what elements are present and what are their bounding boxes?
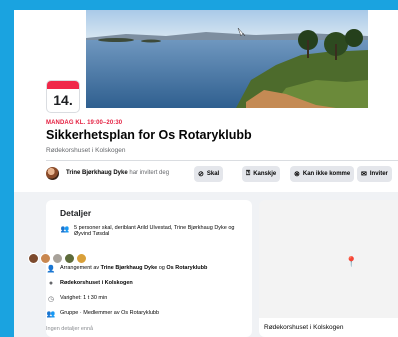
- inviter-avatar[interactable]: [46, 167, 59, 180]
- cover-landscape-image: [86, 10, 368, 108]
- x-circle-icon: ⊗: [294, 171, 300, 178]
- invite-suffix: har invitert deg: [129, 170, 170, 176]
- map-panel[interactable]: 📍 Rødekorshuset i Kolskogen: [259, 200, 398, 337]
- group-text[interactable]: Gruppe · Medlemmer av Os Rotaryklubb: [60, 310, 159, 318]
- organizer-and: og: [158, 265, 165, 271]
- guest-avatar[interactable]: [52, 253, 63, 264]
- organizer-name[interactable]: Trine Bjørkhaug Dyke: [101, 265, 158, 271]
- map-pin-icon: 📍: [345, 257, 358, 268]
- cant-go-button[interactable]: ⊗ Kan ikke komme: [290, 166, 355, 182]
- organizer-prefix: Arrangement av: [60, 265, 100, 271]
- invite-text: Trine Bjørkhaug Dyke har invitert deg: [66, 170, 169, 176]
- question-circle-icon: ⍰: [246, 170, 251, 177]
- group-row[interactable]: 👥 Gruppe · Medlemmer av Os Rotaryklubb: [46, 310, 159, 318]
- no-details-text: Ingen detaljer ennå: [46, 326, 94, 332]
- person-icon: 👤: [46, 266, 56, 273]
- location-pin-icon: ●: [48, 280, 54, 287]
- place-name[interactable]: Rødekorshuset i Kolskogen: [60, 280, 133, 287]
- invite-row: Trine Bjørkhaug Dyke har invitert deg ⊘ …: [46, 165, 398, 183]
- organizer-row: 👤 Arrangement av Trine Bjørkhaug Dyke og…: [46, 265, 252, 273]
- event-location-link[interactable]: Rødekorshuset i Kolskogen: [46, 147, 126, 154]
- event-page: 14. MANDAG KL. 19:00–20:30 Sikkerhetspla…: [14, 10, 398, 337]
- event-time: MANDAG KL. 19:00–20:30: [46, 120, 123, 126]
- cover-photo[interactable]: [86, 10, 368, 108]
- organizer-club[interactable]: Os Rotaryklubb: [166, 265, 207, 271]
- guest-avatar[interactable]: [76, 253, 87, 264]
- event-title: Sikkerhetsplan for Os Rotaryklubb: [46, 128, 252, 142]
- invite-button[interactable]: ✉ Inviter: [357, 166, 392, 182]
- going-button[interactable]: ⊘ Skal: [194, 166, 224, 182]
- cant-go-button-label: Kan ikke komme: [302, 171, 351, 177]
- people-icon: 👥: [60, 226, 70, 233]
- duration-row: ◷ Varighet: 1 t 30 min: [46, 295, 107, 303]
- date-badge-day: 14.: [53, 92, 73, 108]
- maybe-button-label: Kanskje: [253, 171, 277, 177]
- maybe-button[interactable]: ⍰ Kanskje: [242, 166, 281, 182]
- invite-button-label: Inviter: [369, 171, 388, 177]
- date-badge-stripe: [47, 81, 79, 89]
- clock-icon: ◷: [47, 296, 55, 303]
- no-details-row: Ingen detaljer ennå: [46, 326, 93, 332]
- guests-text: 5 personer skal, deriblant Arild Ulvesta…: [74, 225, 235, 237]
- event-header: 14. MANDAG KL. 19:00–20:30 Sikkerhetspla…: [14, 10, 398, 192]
- envelope-icon: ✉: [361, 171, 367, 178]
- header-divider: [46, 160, 398, 161]
- guest-avatars[interactable]: [28, 253, 88, 264]
- check-circle-icon: ⊘: [198, 171, 204, 178]
- guest-avatar[interactable]: [28, 253, 39, 264]
- date-badge: 14.: [46, 80, 80, 113]
- group-icon: 👥: [46, 311, 56, 318]
- inviter-name[interactable]: Trine Bjørkhaug Dyke: [66, 170, 128, 176]
- details-heading: Detaljer: [60, 208, 92, 218]
- place-row[interactable]: ● Rødekorshuset i Kolskogen: [46, 280, 133, 287]
- guests-line-2: Øyvind Tøsdal: [74, 231, 110, 237]
- duration-text: Varighet: 1 t 30 min: [60, 295, 108, 301]
- guest-avatar[interactable]: [40, 253, 51, 264]
- guests-row[interactable]: 👥 5 personer skal, deriblant Arild Ulves…: [60, 225, 250, 237]
- going-button-label: Skal: [206, 171, 220, 177]
- map-caption[interactable]: Rødekorshuset i Kolskogen: [259, 318, 398, 337]
- guest-avatar[interactable]: [64, 253, 75, 264]
- organizer-text: Arrangement av Trine Bjørkhaug Dyke og O…: [60, 265, 207, 273]
